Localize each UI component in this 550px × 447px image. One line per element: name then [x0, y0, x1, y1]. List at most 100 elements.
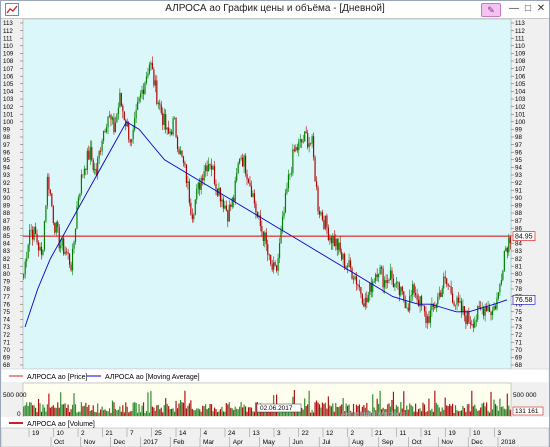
- price-volume-chart[interactable]: 6869707172737475767778798081828384858687…: [1, 19, 549, 447]
- price-label-box: 84.95: [512, 231, 536, 241]
- volume-bar: [138, 404, 140, 416]
- volume-bar: [224, 411, 226, 416]
- candle-body: [367, 294, 369, 303]
- time-month-label: Oct: [412, 439, 422, 446]
- price-tick-right: 72: [515, 332, 522, 339]
- candle-body: [100, 151, 102, 152]
- candle-body: [290, 173, 292, 175]
- volume-bar: [471, 390, 473, 416]
- candle-body: [494, 306, 497, 309]
- price-plot-area[interactable]: [22, 19, 512, 370]
- volume-bar: [206, 409, 208, 416]
- price-tick-right: 102: [515, 104, 526, 111]
- candle-body: [460, 301, 463, 312]
- volume-bar: [250, 407, 253, 416]
- candle-body: [499, 284, 501, 293]
- candle-body: [475, 319, 477, 322]
- volume-bar: [233, 409, 235, 416]
- volume-bar: [34, 407, 37, 416]
- candle-body: [357, 284, 359, 286]
- price-tick-right: 109: [515, 51, 526, 58]
- price-tick-right: 74: [515, 317, 522, 324]
- candle-body: [508, 237, 510, 253]
- candle-body: [63, 238, 65, 254]
- candle-body: [284, 192, 287, 213]
- price-tick-right: 94: [515, 165, 522, 172]
- candle-body: [317, 186, 319, 212]
- candle-body: [493, 306, 495, 311]
- volume-bar: [428, 398, 430, 416]
- candle-body: [267, 244, 269, 255]
- volume-bar: [246, 411, 248, 416]
- candle-body: [231, 197, 233, 207]
- time-month-label: Feb: [173, 439, 185, 446]
- volume-bar: [79, 411, 81, 416]
- candle-body: [293, 149, 295, 151]
- candle-body: [423, 306, 426, 312]
- candle-body: [447, 284, 449, 286]
- volume-bar: [185, 408, 187, 416]
- price-tick-left: 111: [3, 35, 13, 42]
- candle-body: [373, 281, 375, 282]
- candle-body: [315, 181, 318, 187]
- volume-bar: [315, 400, 318, 416]
- candle-body: [329, 237, 331, 240]
- price-tick-right: 106: [515, 73, 526, 80]
- candle-body: [296, 147, 298, 151]
- pin-icon[interactable]: ✎: [481, 3, 501, 17]
- volume-bar: [302, 409, 304, 416]
- candle-body: [497, 292, 500, 299]
- candle-body: [503, 251, 505, 271]
- candle-body: [168, 127, 170, 134]
- candle-body: [193, 214, 195, 220]
- volume-bar: [159, 409, 161, 416]
- volume-bar: [36, 412, 38, 416]
- volume-bar: [113, 402, 115, 416]
- candle-body: [55, 222, 57, 233]
- candle-body: [386, 279, 389, 284]
- candle-body: [292, 149, 294, 174]
- volume-bar: [496, 405, 498, 416]
- volume-bar: [336, 406, 338, 416]
- candle-body: [134, 118, 136, 130]
- price-tick-right: 111: [515, 35, 525, 42]
- minimize-button[interactable]: —: [507, 3, 521, 15]
- volume-bar: [508, 405, 510, 416]
- volume-bar: [484, 406, 486, 416]
- time-day-label: 31: [424, 430, 432, 437]
- maximize-button[interactable]: □: [522, 3, 534, 15]
- price-tick-right: 88: [515, 210, 522, 217]
- close-button[interactable]: ✕: [535, 3, 547, 15]
- price-tick-left: 106: [3, 73, 14, 80]
- candle-body: [385, 280, 387, 284]
- candle-body: [466, 311, 468, 325]
- candle-body: [444, 276, 446, 279]
- candle-body: [74, 228, 77, 242]
- volume-bar: [205, 404, 207, 416]
- volume-bar: [416, 411, 418, 416]
- volume-bar: [194, 410, 196, 416]
- candle-body: [26, 258, 28, 262]
- candle-body: [382, 268, 384, 288]
- price-tick-left: 107: [3, 66, 14, 73]
- candle-body: [415, 293, 417, 296]
- title-bar[interactable]: АЛРОСА ао График цены и объёма - [Дневно…: [1, 1, 549, 19]
- volume-bar: [234, 406, 236, 416]
- volume-bar: [435, 402, 437, 416]
- volume-bar: [420, 411, 423, 416]
- time-month-label: May: [263, 439, 276, 446]
- candle-body: [474, 321, 476, 328]
- price-tick-left: 99: [3, 127, 10, 134]
- volume-bar: [407, 409, 409, 416]
- candle-body: [246, 173, 248, 180]
- volume-bar: [187, 405, 189, 416]
- candle-body: [395, 282, 397, 284]
- candle-body: [327, 227, 329, 240]
- volume-bar: [82, 406, 84, 416]
- volume-bar: [494, 404, 497, 416]
- candle-body: [46, 176, 48, 206]
- volume-bar: [139, 412, 142, 416]
- candle-body: [32, 229, 34, 240]
- price-tick-left: 104: [3, 89, 14, 96]
- candle-body: [280, 230, 282, 244]
